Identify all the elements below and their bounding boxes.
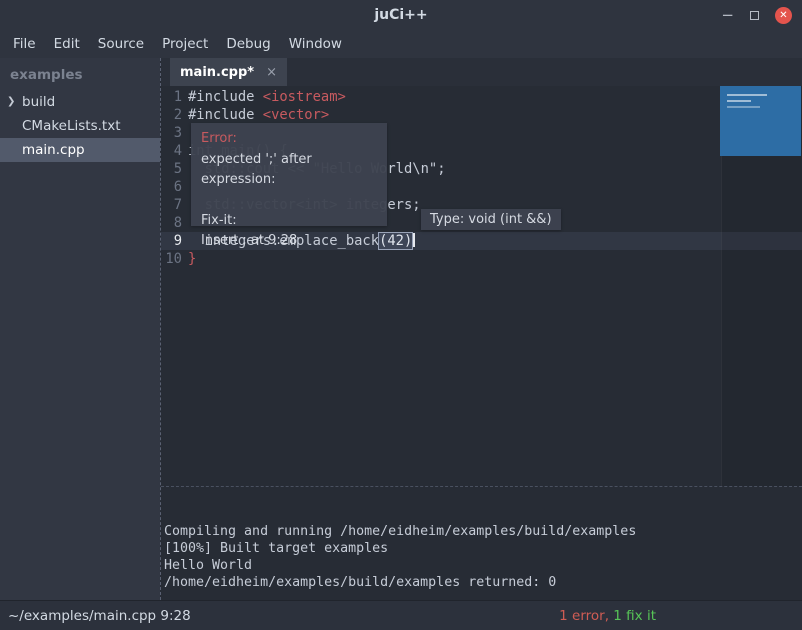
tree-item-label: CMakeLists.txt xyxy=(22,118,121,134)
tree-item-main-cpp[interactable]: main.cpp xyxy=(0,138,160,162)
menu-window[interactable]: Window xyxy=(280,32,351,56)
chevron-right-icon: ❯ xyxy=(7,96,15,107)
bracket-match-highlight: (42) xyxy=(379,233,412,249)
code-segment: #include xyxy=(188,107,263,123)
tooltip-error-message: expected ';' after expression: xyxy=(201,150,377,191)
line-number: 1 xyxy=(161,88,188,106)
statusbar: ~/examples/main.cpp 9:28 1 error, 1 fix … xyxy=(0,600,802,630)
line-number: 2 xyxy=(161,106,188,124)
titlebar: juCi++ − ✕ xyxy=(0,0,802,30)
terminal-line: Compiling and running /home/eidheim/exam… xyxy=(164,523,800,540)
menu-file[interactable]: File xyxy=(4,32,45,56)
line-text: #include <iostream> xyxy=(188,88,346,106)
close-icon[interactable]: ✕ xyxy=(775,7,792,24)
tree-item-label: build xyxy=(22,94,55,110)
line-number: 4 xyxy=(161,142,188,160)
tree-item-cmakelists-txt[interactable]: CMakeLists.txt xyxy=(0,114,160,138)
tabbar: main.cpp* × xyxy=(161,58,802,86)
tab-label: main.cpp* xyxy=(180,65,254,80)
maximize-icon[interactable] xyxy=(750,11,759,20)
tooltip-spacer xyxy=(201,191,377,211)
window-controls: − ✕ xyxy=(721,0,792,30)
main-content: examples ❯ build CMakeLists.txt main.cpp ma… xyxy=(0,58,802,600)
code-line-10[interactable]: 10} xyxy=(161,250,802,268)
terminal-line: Hello World xyxy=(164,557,800,574)
code-line-1[interactable]: 1#include <iostream> xyxy=(161,88,802,106)
code-segment: <iostream> xyxy=(263,89,346,105)
tooltip-error-title: Error: xyxy=(201,129,377,150)
code-line-2[interactable]: 2#include <vector> xyxy=(161,106,802,124)
diagnostic-tooltip: Error: expected ';' after expression: Fi… xyxy=(191,123,387,226)
menubar: FileEditSourceProjectDebugWindow xyxy=(0,30,802,58)
app-window: juCi++ − ✕ FileEditSourceProjectDebugWin… xyxy=(0,0,802,630)
line-number: 7 xyxy=(161,196,188,214)
tab-main-cpp[interactable]: main.cpp* × xyxy=(170,58,287,86)
code-segment: #include xyxy=(188,89,263,105)
terminal-panel[interactable]: Compiling and running /home/eidheim/exam… xyxy=(161,487,802,600)
line-number: 10 xyxy=(161,250,188,268)
line-text: #include <vector> xyxy=(188,106,329,124)
status-diagnostics: 1 error, 1 fix it xyxy=(559,608,656,624)
status-errors: 1 error, xyxy=(559,608,609,624)
window-title: juCi++ xyxy=(374,7,427,23)
menu-edit[interactable]: Edit xyxy=(45,32,89,56)
file-tree: ❯ build CMakeLists.txt main.cpp xyxy=(0,90,160,162)
tooltip-fixit-title: Fix-it: xyxy=(201,211,377,232)
line-number: 9 xyxy=(161,232,188,250)
minimize-icon[interactable]: − xyxy=(721,10,734,20)
terminal-output: Compiling and running /home/eidheim/exam… xyxy=(164,523,800,591)
tooltip-fixit-text: Insert ; at 9:28 xyxy=(201,231,377,252)
doc-preview-panel xyxy=(720,86,801,156)
tab-close-icon[interactable]: × xyxy=(266,65,277,80)
menu-debug[interactable]: Debug xyxy=(217,32,279,56)
terminal-line: /home/eidheim/examples/build/examples re… xyxy=(164,574,800,591)
menu-project[interactable]: Project xyxy=(153,32,217,56)
line-number: 8 xyxy=(161,214,188,232)
status-location: ~/examples/main.cpp 9:28 xyxy=(8,608,191,624)
code-segment: } xyxy=(188,251,196,267)
terminal-line: [100%] Built target examples xyxy=(164,540,800,557)
editor[interactable]: 1#include <iostream>2#include <vector>34… xyxy=(161,86,802,486)
type-tooltip: Type: void (int &&) xyxy=(421,209,561,230)
status-fixits: 1 fix it xyxy=(609,608,656,624)
project-folder-label: examples xyxy=(0,58,160,90)
line-number: 5 xyxy=(161,160,188,178)
menu-source[interactable]: Source xyxy=(89,32,153,56)
line-number: 6 xyxy=(161,178,188,196)
editor-column: main.cpp* × 1#include <iostream>2#includ… xyxy=(161,58,802,600)
tree-item-label: main.cpp xyxy=(22,142,85,158)
line-number: 3 xyxy=(161,124,188,142)
sidebar: examples ❯ build CMakeLists.txt main.cpp xyxy=(0,58,160,600)
code-segment: <vector> xyxy=(263,107,329,123)
line-text: } xyxy=(188,250,196,268)
text-caret xyxy=(413,233,415,247)
tree-item-build[interactable]: ❯ build xyxy=(0,90,160,114)
